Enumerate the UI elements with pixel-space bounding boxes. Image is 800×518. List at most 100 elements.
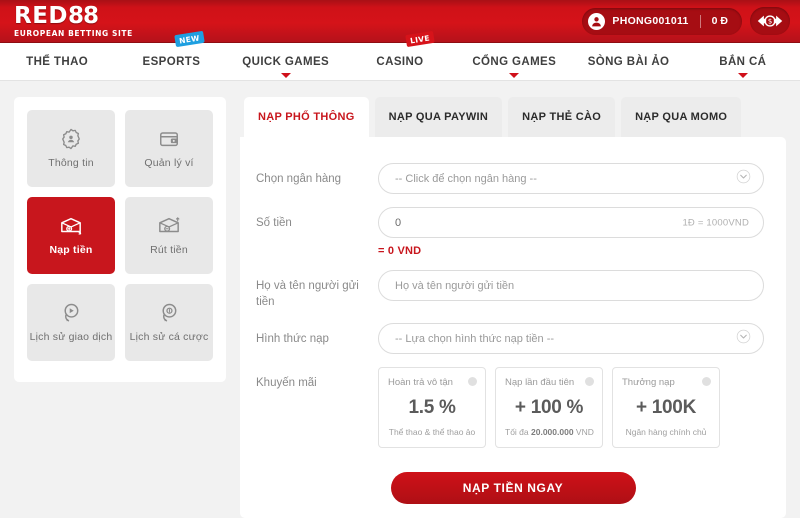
promo-value: + 100K	[622, 397, 710, 419]
promo-radio-button[interactable]	[585, 377, 594, 386]
tab-4[interactable]: NẠP QUA MOMO	[621, 97, 741, 137]
chevron-down-icon	[736, 169, 751, 189]
user-account-pill[interactable]: PHONG001011 0 Đ	[582, 8, 742, 35]
pill-divider	[700, 15, 701, 28]
sidebar-item-transaction-history[interactable]: Lịch sử giao dịch	[27, 284, 115, 361]
nav-item-7[interactable]: BẮN CÁ	[686, 43, 800, 80]
sidebar-item-wallet[interactable]: Quản lý ví	[125, 110, 213, 187]
field-promotions: Khuyến mãi Hoàn trả vô tận 1.5 % Thể thao …	[256, 367, 764, 448]
bet-history-icon	[158, 301, 180, 325]
nav-item-3[interactable]: QUICK GAMES	[229, 43, 343, 80]
field-bank: Chọn ngân hàng -- Click để chọn ngân hàn…	[256, 163, 764, 194]
sender-input[interactable]: Họ và tên người gửi tiền	[378, 270, 764, 301]
sidebar-item-label: Rút tiền	[150, 245, 188, 257]
promo-card[interactable]: Nạp lần đầu tiên+ 100 %Tối đa 20.000.000…	[495, 367, 603, 448]
logo-text: RED88	[14, 5, 98, 28]
promo-note-pre: Ngân hàng chính chủ	[626, 427, 707, 437]
sender-placeholder: Họ và tên người gửi tiền	[395, 280, 514, 292]
withdraw-icon	[157, 214, 181, 238]
promo-value: + 100 %	[505, 397, 593, 419]
sidebar-item-bet-history[interactable]: Lịch sử cá cược	[125, 284, 213, 361]
promo-radio-button[interactable]	[702, 377, 711, 386]
bank-label: Chọn ngân hàng	[256, 163, 378, 188]
chevron-down-icon	[738, 73, 748, 78]
balance-label: 0 Đ	[712, 15, 728, 27]
promo-title: Thưởng nạp	[622, 377, 710, 388]
main-navigation: THỂ THAO ESPORTSNEW QUICK GAMES CASINOLIVEC…	[0, 43, 800, 81]
sidebar-item-gear-user[interactable]: Thông tin	[27, 110, 115, 187]
logo-word: RED	[14, 3, 68, 29]
gear-user-icon	[60, 127, 82, 151]
account-sidebar: Thông tin Quản lý ví Nạp tiền Rút tiền Lịch …	[14, 97, 226, 382]
chevron-down-icon	[509, 73, 519, 78]
chevron-down-icon	[281, 73, 291, 78]
sidebar-item-withdraw[interactable]: Rút tiền	[125, 197, 213, 274]
tab-3[interactable]: NẠP THẺ CÀO	[508, 97, 615, 137]
nav-item-label: SÒNG BÀI ẢO	[588, 56, 670, 68]
tab-label: NẠP THẺ CÀO	[522, 111, 601, 123]
bank-select[interactable]: -- Click để chọn ngân hàng --	[378, 163, 764, 194]
amount-value: 0	[395, 217, 401, 229]
deposit-now-button[interactable]: NẠP TIỀN NGAY	[391, 472, 636, 504]
chevron-down-icon	[736, 329, 751, 349]
header-right-cluster: PHONG001011 0 Đ $	[582, 0, 790, 42]
deposit-panel: Chọn ngân hàng -- Click để chọn ngân hàn…	[240, 137, 786, 518]
sender-control: Họ và tên người gửi tiền	[378, 270, 764, 301]
promo-note-bold: 20.000.000	[531, 427, 574, 437]
promo-label: Khuyến mãi	[256, 367, 378, 392]
promo-value: 1.5 %	[388, 397, 476, 419]
promo-title: Hoàn trả vô tận	[388, 377, 476, 388]
bank-control: -- Click để chọn ngân hàng --	[378, 163, 764, 194]
tab-1[interactable]: NẠP PHỔ THÔNG	[244, 97, 369, 137]
transaction-history-icon	[60, 301, 82, 325]
tab-label: NẠP QUA PAYWIN	[389, 111, 489, 123]
username-label: PHONG001011	[612, 15, 688, 27]
amount-input[interactable]: 0 1Đ = 1000VND	[378, 207, 764, 238]
site-logo[interactable]: RED88 EUROPEAN BETTING SITE	[14, 5, 133, 38]
promo-note: Thể thao & thể thao ảo	[388, 427, 476, 437]
promo-note-post: VND	[574, 427, 594, 437]
user-icon	[588, 13, 605, 30]
deposit-tabs: NẠP PHỔ THÔNG NẠP QUA PAYWIN NẠP THẺ CÀO NẠ…	[240, 97, 786, 137]
sidebar-item-label: Nạp tiền	[49, 245, 92, 257]
nav-item-label: CASINO	[376, 56, 423, 68]
nav-item-6[interactable]: SÒNG BÀI ẢO	[571, 43, 685, 80]
sidebar-item-deposit[interactable]: Nạp tiền	[27, 197, 115, 274]
nav-item-label: THỂ THAO	[26, 56, 88, 68]
sidebar-item-label: Lịch sử cá cược	[130, 332, 209, 344]
nav-item-label: QUICK GAMES	[242, 56, 329, 68]
promo-note-pre: Thể thao & thể thao ảo	[389, 427, 475, 437]
amount-control: 0 1Đ = 1000VND = 0 VND	[378, 207, 764, 257]
nav-item-4[interactable]: CASINOLIVE	[343, 43, 457, 80]
sidebar-item-label: Thông tin	[48, 158, 94, 170]
promo-card[interactable]: Hoàn trả vô tận 1.5 % Thể thao & thể thao …	[378, 367, 486, 448]
logo-eights: 88	[68, 3, 98, 29]
sidebar-item-label: Lịch sử giao dịch	[30, 332, 113, 344]
amount-rate-hint: 1Đ = 1000VND	[682, 217, 749, 228]
submit-area: NẠP TIỀN NGAY	[240, 472, 786, 504]
nav-item-1[interactable]: THỂ THAO	[0, 43, 114, 80]
sidebar-item-label: Quản lý ví	[144, 158, 193, 170]
tab-label: NẠP PHỔ THÔNG	[258, 111, 355, 123]
promo-card[interactable]: Thưởng nạp + 100K Ngân hàng chính chủ	[612, 367, 720, 448]
promo-card-list: Hoàn trả vô tận 1.5 % Thể thao & thể thao …	[378, 367, 720, 448]
method-select-text: -- Lựa chọn hình thức nạp tiền --	[395, 333, 554, 345]
field-amount: Số tiền 0 1Đ = 1000VND = 0 VND	[256, 207, 764, 257]
bank-select-text: -- Click để chọn ngân hàng --	[395, 173, 537, 185]
nav-item-5[interactable]: CỔNG GAMES	[457, 43, 571, 80]
tab-2[interactable]: NẠP QUA PAYWIN	[375, 97, 503, 137]
logo-tagline: EUROPEAN BETTING SITE	[14, 30, 133, 38]
wallet-icon	[158, 127, 180, 151]
promo-radio-button[interactable]	[468, 377, 477, 386]
page-body: Thông tin Quản lý ví Nạp tiền Rút tiền Lịch …	[0, 81, 800, 518]
method-select[interactable]: -- Lựa chọn hình thức nạp tiền --	[378, 323, 764, 354]
method-control: -- Lựa chọn hình thức nạp tiền --	[378, 323, 764, 354]
nav-item-label: BẮN CÁ	[719, 56, 766, 68]
refresh-money-icon[interactable]: $	[750, 7, 790, 35]
promo-note-pre: Tối đa	[505, 427, 531, 437]
field-sender: Họ và tên người gửi tiền Họ và tên người…	[256, 270, 764, 310]
nav-item-2[interactable]: ESPORTSNEW	[114, 43, 228, 80]
nav-item-label: ESPORTS	[143, 56, 201, 68]
site-header: RED88 EUROPEAN BETTING SITE PHONG001011 …	[0, 0, 800, 43]
converted-amount: = 0 VND	[378, 245, 764, 257]
